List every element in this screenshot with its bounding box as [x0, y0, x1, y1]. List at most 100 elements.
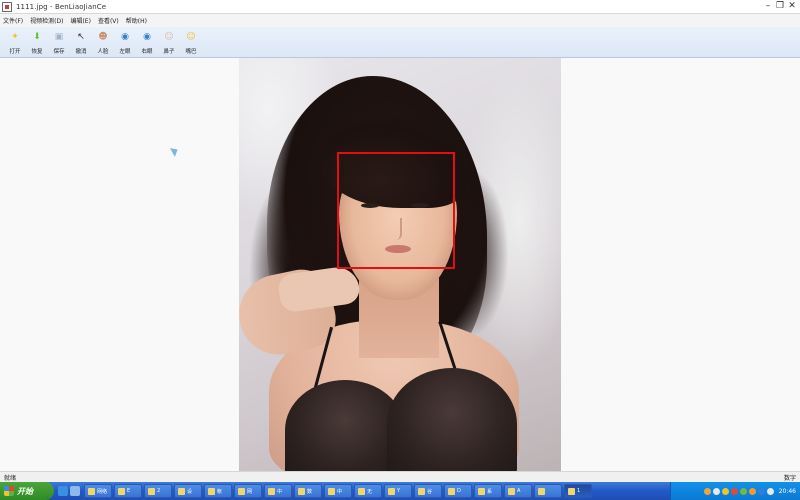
restore-arrow-icon: ⬇: [33, 32, 41, 42]
toolbar: ✦ 打开 ⬇ 恢复 ▣ 保存 ↖ 撤消 ☻ 人脸 ◉ 左眼 ◉ 右眼 ☺ 鼻子 ☺ 嘴巴: [0, 27, 800, 58]
taskbar-button[interactable]: Y: [384, 484, 412, 498]
task-label: 中: [337, 488, 343, 495]
task-icon: [88, 487, 95, 495]
face-person-icon: ☻: [98, 32, 108, 42]
ie-icon[interactable]: [58, 486, 68, 496]
image-view-area[interactable]: [0, 58, 800, 471]
task-icon: [448, 487, 455, 495]
menu-edit[interactable]: 编辑(E): [70, 16, 90, 25]
toolbar-button-8[interactable]: ☺ 嘴巴: [180, 27, 202, 57]
taskbar-button[interactable]: 设: [174, 484, 202, 498]
task-icon: [478, 487, 485, 495]
taskbar-button[interactable]: A: [504, 484, 532, 498]
left-eye-icon: ◉: [121, 32, 129, 42]
toolbar-button-6[interactable]: ◉ 右眼: [136, 27, 158, 57]
save-disk-icon: ▣: [54, 32, 64, 42]
nose-icon: ☺: [164, 32, 174, 42]
taskbar-button[interactable]: 中: [324, 484, 352, 498]
toolbar-button-7[interactable]: ☺ 鼻子: [158, 27, 180, 57]
task-icon: [238, 487, 245, 495]
window-title: 1111.jpg - BenLiaoJianCe: [16, 2, 107, 11]
toolbar-button-label: 右眼: [141, 49, 153, 55]
taskbar-button[interactable]: 2: [144, 484, 172, 498]
desktop-icon[interactable]: [70, 486, 80, 496]
task-label: 网: [247, 488, 253, 495]
quick-launch: [58, 486, 80, 496]
toolbar-button-0[interactable]: ✦ 打开: [4, 27, 26, 57]
tray-icon[interactable]: [721, 487, 729, 495]
task-icon: [508, 487, 515, 495]
tray-icon[interactable]: [739, 487, 747, 495]
tray-icon[interactable]: [730, 487, 738, 495]
toolbar-button-4[interactable]: ☻ 人脸: [92, 27, 114, 57]
task-icon: [268, 487, 275, 495]
toolbar-button-label: 恢复: [31, 49, 43, 55]
menu-video-detect[interactable]: 视频检测(D): [30, 16, 63, 25]
tray-icon[interactable]: [766, 487, 774, 495]
task-icon: [208, 487, 215, 495]
taskbar-button[interactable]: E: [114, 484, 142, 498]
face-detection-box[interactable]: [337, 152, 455, 269]
tray-icon[interactable]: [748, 487, 756, 495]
taskbar-button[interactable]: 无: [354, 484, 382, 498]
task-label: 谷: [427, 488, 433, 495]
toolbar-button-2[interactable]: ▣ 保存: [48, 27, 70, 57]
window-controls: – ❐ ✕: [763, 1, 797, 12]
taskbar-button[interactable]: 帐: [204, 484, 232, 498]
app-icon: [2, 1, 12, 12]
taskbar-button[interactable]: [534, 484, 562, 498]
tray-icon[interactable]: [703, 487, 711, 495]
start-button[interactable]: 开始: [0, 482, 54, 500]
right-eye-icon: ◉: [143, 32, 151, 42]
title-bar: 1111.jpg - BenLiaoJianCe – ❐ ✕: [0, 0, 800, 14]
toolbar-button-3[interactable]: ↖ 撤消: [70, 27, 92, 57]
task-label: Y: [397, 488, 401, 494]
restore-button[interactable]: ❐: [775, 1, 785, 12]
taskbar-button[interactable]: D: [444, 484, 472, 498]
clock: 20:46: [778, 487, 796, 495]
mouse-cursor-icon: [169, 145, 181, 157]
task-icon: [358, 487, 365, 495]
toolbar-button-label: 人脸: [97, 49, 109, 55]
taskbar-button[interactable]: 系: [474, 484, 502, 498]
taskbar-button[interactable]: 中: [264, 484, 292, 498]
menu-file[interactable]: 文件(F): [3, 16, 23, 25]
toolbar-button-5[interactable]: ◉ 左眼: [114, 27, 136, 57]
task-label: E: [127, 488, 131, 494]
minimize-button[interactable]: –: [763, 1, 773, 12]
close-button[interactable]: ✕: [787, 1, 797, 12]
photo-canvas[interactable]: [239, 58, 561, 471]
tray-icon[interactable]: [757, 487, 765, 495]
taskbar-button[interactable]: 谷: [414, 484, 442, 498]
toolbar-button-label: 打开: [9, 49, 21, 55]
menu-view[interactable]: 查看(V): [98, 16, 119, 25]
task-label: 无: [367, 488, 373, 495]
task-icon: [148, 487, 155, 495]
tray-icon[interactable]: [712, 487, 720, 495]
task-label: A: [517, 488, 521, 494]
task-icon: [388, 487, 395, 495]
task-label: 中: [277, 488, 283, 495]
task-label: 1: [577, 488, 581, 494]
task-icon: [568, 487, 575, 495]
toolbar-button-label: 撤消: [75, 49, 87, 55]
toolbar-button-1[interactable]: ⬇ 恢复: [26, 27, 48, 57]
numlock-indicator: 数字: [783, 474, 796, 482]
toolbar-button-label: 嘴巴: [185, 49, 197, 55]
taskbar: 开始 网络 E 2 设 帐 网 中 数 中 无 Y 谷 D 系 A 1 20:46: [0, 482, 800, 500]
task-icon: [418, 487, 425, 495]
status-bar: 就绪 数字: [0, 471, 800, 482]
taskbar-button[interactable]: 网: [234, 484, 262, 498]
taskbar-button[interactable]: 网络: [84, 484, 112, 498]
taskbar-button[interactable]: 数: [294, 484, 322, 498]
task-label: 系: [487, 488, 493, 495]
task-icon: [298, 487, 305, 495]
taskbar-button[interactable]: 1: [564, 484, 592, 498]
start-label: 开始: [17, 486, 33, 496]
menu-help[interactable]: 帮助(H): [126, 16, 147, 25]
toolbar-button-label: 保存: [53, 49, 65, 55]
task-label: D: [457, 488, 461, 494]
windows-logo-icon: [4, 486, 14, 496]
toolbar-button-label: 左眼: [119, 49, 131, 55]
mouth-icon: ☺: [186, 32, 196, 42]
